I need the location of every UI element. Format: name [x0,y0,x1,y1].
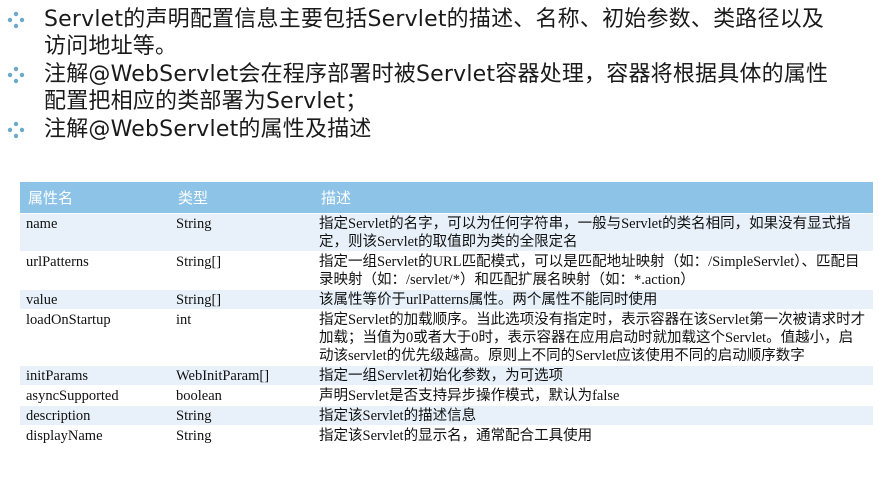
bullet-text: 注解@WebServlet会在程序部署时被Servlet容器处理，容器将根据具体… [44,62,829,114]
bullet-item: 注解@WebServlet会在程序部署时被Servlet容器处理，容器将根据具体… [0,61,834,115]
column-header-type: 类型 [170,182,313,214]
cell-description: 指定Servlet的加载顺序。当此选项没有指定时，表示容器在该Servlet第一… [313,309,873,366]
cell-type: int [170,309,313,366]
cell-type: WebInitParam[] [170,365,313,386]
table-header-row: 属性名 类型 描述 [20,182,873,214]
table-row: description String 指定该Servlet的描述信息 [20,405,873,426]
cell-description: 指定一组Servlet初始化参数，为可选项 [313,365,873,386]
column-header-attribute-name: 属性名 [20,182,170,214]
cell-type: String [170,405,313,426]
diamond-bullet-icon [6,120,26,140]
cell-attribute-name: name [20,213,170,252]
cell-attribute-name: value [20,289,170,310]
table-row: asyncSupported boolean 声明Servlet是否支持异步操作… [20,385,873,406]
cell-type: String[] [170,251,313,290]
cell-description: 指定该Servlet的描述信息 [313,405,873,426]
bullet-list: Servlet的声明配置信息主要包括Servlet的描述、名称、初始参数、类路径… [0,6,879,144]
cell-description: 指定Servlet的名字，可以为任何字符串，一般与Servlet的类名相同，如果… [313,213,873,252]
attribute-table-container: 属性名 类型 描述 name String 指定Servlet的名字，可以为任何… [20,182,873,445]
cell-attribute-name: urlPatterns [20,251,170,290]
bullet-item: 注解@WebServlet的属性及描述 [0,116,834,143]
cell-type: String [170,213,313,252]
cell-attribute-name: loadOnStartup [20,309,170,366]
diamond-bullet-icon [6,65,26,85]
cell-attribute-name: initParams [20,365,170,386]
cell-attribute-name: description [20,405,170,426]
table-row: loadOnStartup int 指定Servlet的加载顺序。当此选项没有指… [20,309,873,366]
table-row: urlPatterns String[] 指定一组Servlet的URL匹配模式… [20,251,873,290]
table-row: initParams WebInitParam[] 指定一组Servlet初始化… [20,365,873,386]
table-row: displayName String 指定该Servlet的显示名，通常配合工具… [20,425,873,445]
table-row: value String[] 该属性等价于urlPatterns属性。两个属性不… [20,289,873,310]
cell-type: String [170,425,313,445]
cell-attribute-name: asyncSupported [20,385,170,406]
bullet-text: 注解@WebServlet的属性及描述 [44,117,372,142]
diamond-bullet-icon [6,10,26,30]
bullet-item: Servlet的声明配置信息主要包括Servlet的描述、名称、初始参数、类路径… [0,6,834,60]
bullet-text: Servlet的声明配置信息主要包括Servlet的描述、名称、初始参数、类路径… [44,7,825,59]
cell-description: 指定该Servlet的显示名，通常配合工具使用 [313,425,873,445]
cell-description: 指定一组Servlet的URL匹配模式，可以是匹配地址映射（如：/SimpleS… [313,251,873,290]
cell-attribute-name: displayName [20,425,170,445]
cell-description: 声明Servlet是否支持异步操作模式，默认为false [313,385,873,406]
cell-type: boolean [170,385,313,406]
column-header-description: 描述 [313,182,873,214]
cell-type: String[] [170,289,313,310]
webservlet-attribute-table: 属性名 类型 描述 name String 指定Servlet的名字，可以为任何… [20,182,873,445]
cell-description: 该属性等价于urlPatterns属性。两个属性不能同时使用 [313,289,873,310]
table-row: name String 指定Servlet的名字，可以为任何字符串，一般与Ser… [20,213,873,252]
